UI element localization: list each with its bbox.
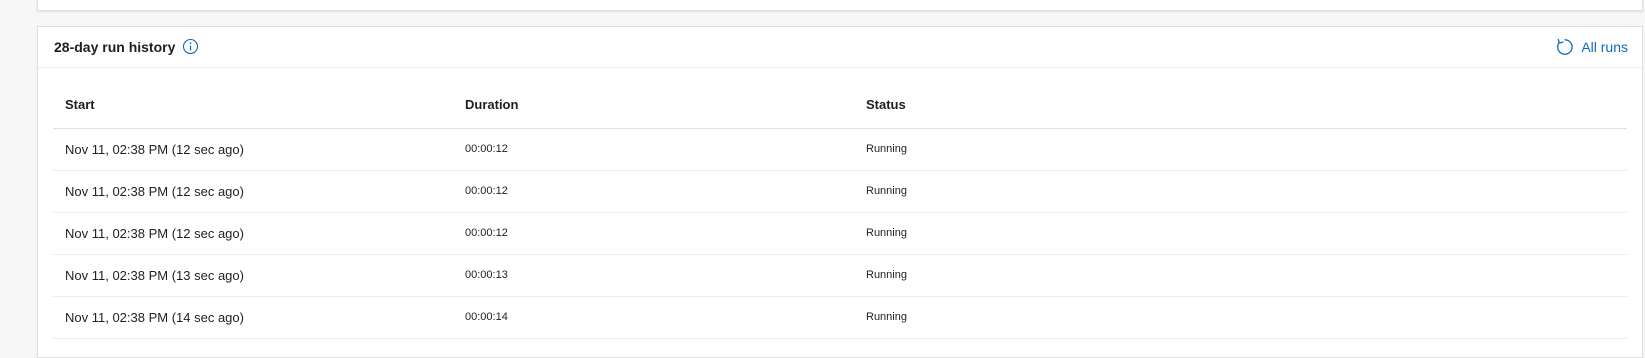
column-header-duration[interactable]: Duration [465, 97, 518, 112]
column-header-status[interactable]: Status [866, 97, 906, 112]
column-header-start[interactable]: Start [65, 97, 95, 112]
cell-start: Nov 11, 02:38 PM (12 sec ago) [65, 184, 244, 199]
table-row[interactable]: Nov 11, 02:38 PM (14 sec ago) 00:00:14 R… [53, 297, 1627, 339]
all-runs-label: All runs [1581, 39, 1628, 55]
cell-start: Nov 11, 02:38 PM (14 sec ago) [65, 310, 244, 325]
all-runs-link[interactable]: All runs [1555, 37, 1628, 57]
cell-status: Running [866, 185, 907, 197]
table-row[interactable]: Nov 11, 02:38 PM (12 sec ago) 00:00:12 R… [53, 171, 1627, 213]
card-title: 28-day run history [54, 39, 176, 55]
table-header: Start Duration Status [53, 92, 1627, 129]
cell-status: Running [866, 227, 907, 239]
cell-duration: 00:00:12 [465, 227, 508, 239]
cell-duration: 00:00:14 [465, 311, 508, 323]
cell-status: Running [866, 143, 907, 155]
cell-start: Nov 11, 02:38 PM (12 sec ago) [65, 142, 244, 157]
cell-start: Nov 11, 02:38 PM (12 sec ago) [65, 226, 244, 241]
table-row[interactable]: Nov 11, 02:38 PM (12 sec ago) 00:00:12 R… [53, 213, 1627, 255]
run-history-table: Start Duration Status Nov 11, 02:38 PM (… [53, 92, 1627, 339]
cell-duration: 00:00:12 [465, 143, 508, 155]
table-row[interactable]: Nov 11, 02:38 PM (13 sec ago) 00:00:13 R… [53, 255, 1627, 297]
previous-card [37, 0, 1643, 11]
cell-status: Running [866, 269, 907, 281]
cell-status: Running [866, 311, 907, 323]
refresh-icon [1557, 38, 1574, 55]
cell-duration: 00:00:13 [465, 269, 508, 281]
cell-duration: 00:00:12 [465, 185, 508, 197]
card-header: 28-day run history All runs [38, 27, 1642, 68]
cell-start: Nov 11, 02:38 PM (13 sec ago) [65, 268, 244, 283]
info-icon[interactable] [182, 38, 199, 55]
table-row[interactable]: Nov 11, 02:38 PM (12 sec ago) 00:00:12 R… [53, 129, 1627, 171]
